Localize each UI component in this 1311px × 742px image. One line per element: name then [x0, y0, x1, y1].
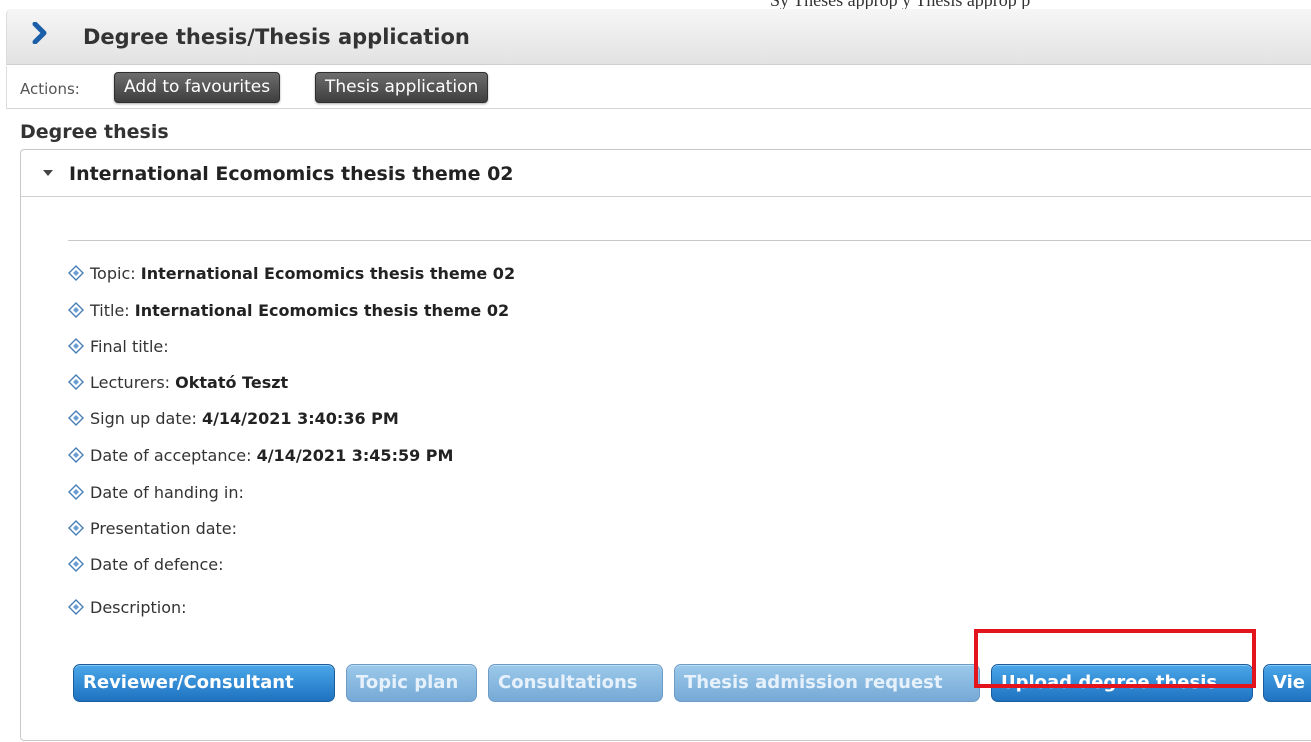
cropped-top-text: Sy Theses approp y Thesis approp p [0, 0, 1311, 9]
collapse-triangle-icon [43, 170, 53, 176]
field-value: 4/14/2021 3:40:36 PM [201, 409, 399, 428]
cropped-text: Sy Theses approp y Thesis approp p [770, 0, 1030, 9]
vie-button[interactable]: Vie [1263, 664, 1311, 702]
add-to-favourites-button[interactable]: Add to favourites [114, 72, 281, 103]
reviewer-consultant-button[interactable]: Reviewer/Consultant [73, 664, 335, 702]
consultations-button[interactable]: Consultations [488, 664, 663, 702]
diamond-bullet-icon [68, 410, 84, 426]
page-title: Degree thesis/Thesis application [83, 25, 470, 49]
thesis-panel-header[interactable]: International Ecomomics thesis theme 02 [21, 150, 1311, 197]
field-label: Lecturers: [90, 373, 171, 392]
field-sign-up-date: Sign up date: 4/14/2021 3:40:36 PM [68, 409, 399, 428]
field-label: Presentation date: [90, 519, 238, 538]
field-description: Description: [68, 598, 187, 617]
field-label: Topic: [90, 264, 136, 283]
field-value: Oktató Teszt [175, 373, 289, 392]
diamond-bullet-icon [68, 484, 84, 500]
diamond-bullet-icon [68, 338, 84, 354]
diamond-bullet-icon [68, 599, 84, 615]
actions-label: Actions: [20, 80, 80, 98]
diamond-bullet-icon [68, 374, 84, 390]
section-title: Degree thesis [20, 121, 169, 143]
divider [68, 240, 1311, 241]
highlight-box [974, 629, 1256, 688]
field-value: International Ecomomics thesis theme 02 [140, 264, 516, 283]
chevron-right-icon [32, 22, 47, 44]
page-header: Degree thesis/Thesis application [6, 9, 1311, 65]
field-label: Description: [90, 598, 187, 617]
field-label: Title: [90, 301, 130, 320]
diamond-bullet-icon [68, 265, 84, 281]
diamond-bullet-icon [68, 520, 84, 536]
thesis-admission-request-button[interactable]: Thesis admission request [674, 664, 980, 702]
field-label: Date of defence: [90, 555, 224, 574]
diamond-bullet-icon [68, 302, 84, 318]
diamond-bullet-icon [68, 556, 84, 572]
thesis-name: International Ecomomics thesis theme 02 [69, 163, 514, 185]
field-date-of-defence: Date of defence: [68, 555, 223, 574]
field-topic: Topic: International Ecomomics thesis th… [68, 264, 515, 283]
field-value: 4/14/2021 3:45:59 PM [256, 446, 454, 465]
thesis-application-button[interactable]: Thesis application [315, 72, 489, 103]
field-final-title: Final title: [68, 337, 169, 356]
field-presentation-date: Presentation date: [68, 519, 237, 538]
field-label: Final title: [90, 337, 169, 356]
diamond-bullet-icon [68, 447, 84, 463]
field-title: Title: International Ecomomics thesis th… [68, 301, 509, 320]
field-date-of-handing-in: Date of handing in: [68, 483, 244, 502]
field-label: Sign up date: [90, 409, 197, 428]
field-label: Date of acceptance: [90, 446, 252, 465]
field-value: International Ecomomics thesis theme 02 [134, 301, 510, 320]
actions-bar: Actions: Add to favourites Thesis applic… [6, 66, 1311, 109]
field-date-of-acceptance: Date of acceptance: 4/14/2021 3:45:59 PM [68, 446, 453, 465]
field-label: Date of handing in: [90, 483, 244, 502]
field-lecturers: Lecturers: Oktató Teszt [68, 373, 288, 392]
topic-plan-button[interactable]: Topic plan [346, 664, 477, 702]
